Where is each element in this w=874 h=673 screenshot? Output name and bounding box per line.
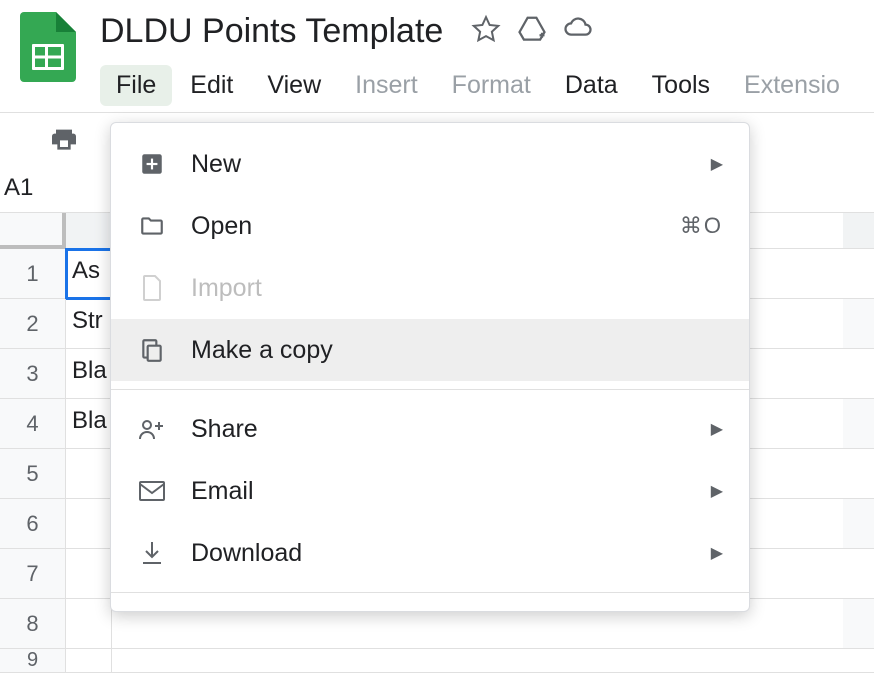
menu-make-a-copy[interactable]: Make a copy [111, 319, 749, 381]
cell-reference[interactable]: A1 [2, 174, 33, 202]
row-header[interactable]: 1 [0, 249, 66, 299]
doc-title[interactable]: DLDU Points Template [100, 12, 443, 51]
file-icon [137, 274, 167, 302]
menubar: File Edit View Insert Format Data Tools … [100, 65, 874, 106]
file-menu-dropdown: New ▶ Open ⌘O Import Make a copy Share ▶… [110, 122, 750, 612]
cell[interactable] [66, 549, 112, 599]
menu-open[interactable]: Open ⌘O [111, 195, 749, 257]
menu-import: Import [111, 257, 749, 319]
menu-insert[interactable]: Insert [339, 65, 434, 106]
row-header[interactable]: 9 [0, 649, 66, 673]
menu-email[interactable]: Email ▶ [111, 460, 749, 522]
star-icon[interactable] [471, 14, 501, 49]
row-header[interactable]: 3 [0, 349, 66, 399]
menu-tools[interactable]: Tools [636, 65, 726, 106]
menu-label: Email [191, 477, 711, 506]
add-to-drive-icon[interactable] [517, 14, 547, 49]
cell[interactable]: Str [66, 299, 112, 349]
menu-label: Open [191, 212, 680, 241]
row-header[interactable]: 5 [0, 449, 66, 499]
menu-label: Make a copy [191, 336, 723, 365]
row-header[interactable]: 4 [0, 399, 66, 449]
cell[interactable] [66, 449, 112, 499]
cell[interactable]: Bla [66, 349, 112, 399]
folder-icon [137, 213, 167, 239]
cloud-saved-icon[interactable] [563, 14, 593, 49]
row-header[interactable]: 8 [0, 599, 66, 649]
submenu-arrow-icon: ▶ [711, 543, 723, 563]
row-header[interactable]: 2 [0, 299, 66, 349]
menu-divider [111, 592, 749, 593]
submenu-arrow-icon: ▶ [711, 481, 723, 501]
menu-view[interactable]: View [251, 65, 337, 106]
menu-edit[interactable]: Edit [174, 65, 249, 106]
row-header[interactable]: 6 [0, 499, 66, 549]
share-icon [137, 417, 167, 441]
row-header[interactable]: 7 [0, 549, 66, 599]
menu-extensions[interactable]: Extensio [728, 65, 856, 106]
menu-data[interactable]: Data [549, 65, 634, 106]
menu-label: New [191, 150, 711, 179]
menu-format[interactable]: Format [436, 65, 547, 106]
cell[interactable] [66, 599, 112, 649]
sheets-logo-icon[interactable] [20, 12, 76, 82]
new-icon [137, 151, 167, 177]
menu-new[interactable]: New ▶ [111, 133, 749, 195]
download-icon [137, 540, 167, 566]
menu-divider [111, 389, 749, 390]
cell[interactable] [66, 649, 112, 673]
menu-label: Import [191, 274, 723, 303]
cell[interactable] [66, 499, 112, 549]
copy-icon [137, 337, 167, 363]
select-all-corner[interactable] [0, 213, 66, 249]
print-icon[interactable] [48, 142, 80, 159]
menu-label: Download [191, 539, 711, 568]
menu-share[interactable]: Share ▶ [111, 398, 749, 460]
menu-file[interactable]: File [100, 65, 172, 106]
submenu-arrow-icon: ▶ [711, 154, 723, 174]
menu-label: Share [191, 415, 711, 444]
shortcut-label: ⌘O [680, 213, 723, 239]
menu-download[interactable]: Download ▶ [111, 522, 749, 584]
cell[interactable]: Bla [66, 399, 112, 449]
email-icon [137, 480, 167, 502]
submenu-arrow-icon: ▶ [711, 419, 723, 439]
cell[interactable]: As [66, 249, 112, 299]
